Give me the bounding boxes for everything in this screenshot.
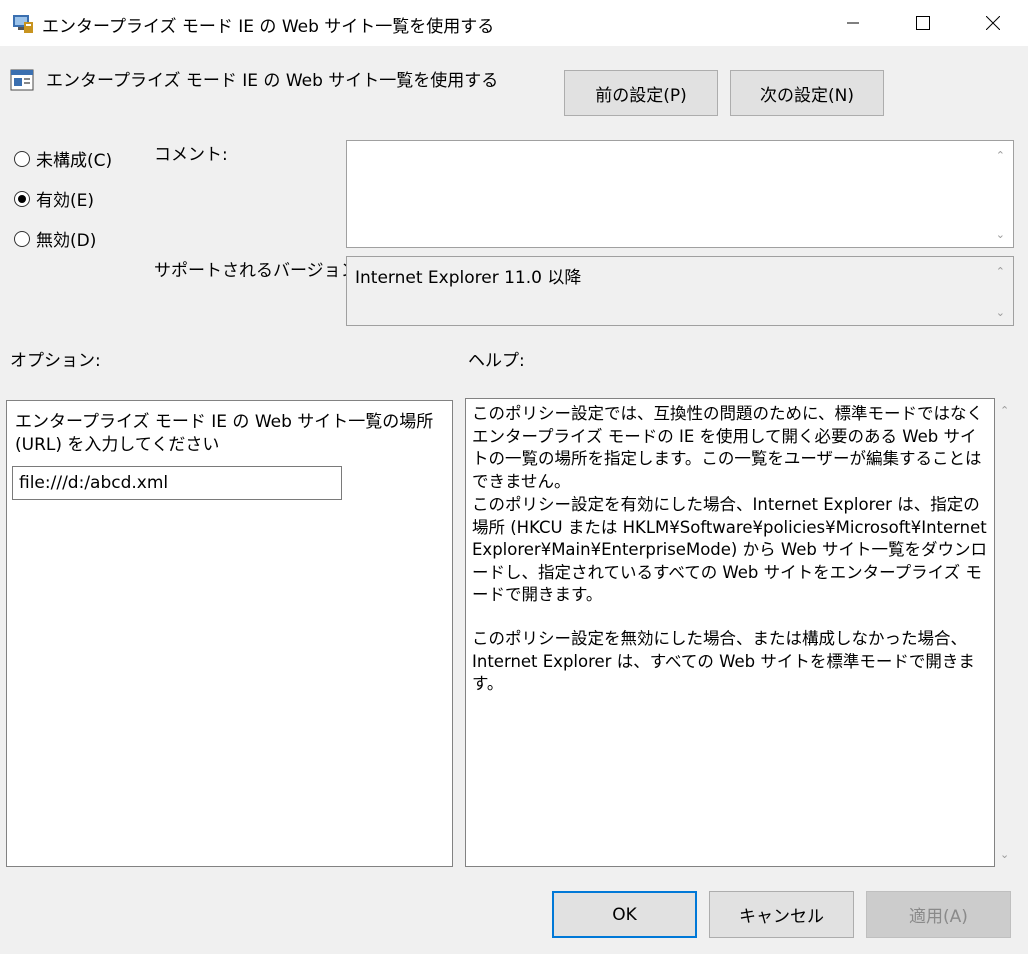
close-icon [986,16,1000,30]
cancel-button[interactable]: キャンセル [709,891,854,938]
scroll-down-icon[interactable]: ⌄ [1000,848,1009,861]
help-paragraph: このポリシー設定を無効にした場合、または構成しなかった場合、Internet E… [472,629,975,693]
url-input[interactable] [12,466,342,500]
close-button[interactable] [958,0,1028,46]
apply-button[interactable]: 適用(A) [866,891,1011,938]
options-pane: エンタープライズ モード IE の Web サイト一覧の場所 (URL) を入力… [6,400,453,867]
minimize-button[interactable] [818,0,888,46]
url-prompt: エンタープライズ モード IE の Web サイト一覧の場所 (URL) を入力… [15,412,434,455]
radio-not-configured[interactable]: 未構成(C) [14,146,112,171]
radio-label: 未構成(C) [36,151,113,171]
comment-label: コメント: [154,145,228,165]
supported-versions-label: サポートされるバージョン: [154,261,364,281]
title-bar: エンタープライズ モード IE の Web サイト一覧を使用する [0,0,1028,46]
maximize-button[interactable] [888,0,958,46]
radio-label: 無効(D) [36,231,97,251]
radio-label: 有効(E) [36,191,95,211]
next-setting-button[interactable]: 次の設定(N) [730,70,884,116]
scroll-down-icon: ⌄ [995,306,1005,319]
scroll-up-icon[interactable]: ⌃ [1000,404,1009,417]
setting-title: エンタープライズ モード IE の Web サイト一覧を使用する [46,71,499,91]
ok-button[interactable]: OK [552,891,697,938]
options-label: オプション: [10,351,101,371]
radio-unchecked-icon [14,230,30,247]
policy-setting-icon [10,68,34,92]
previous-setting-button[interactable]: 前の設定(P) [564,70,718,116]
scroll-down-icon: ⌄ [995,228,1005,241]
radio-checked-icon [14,190,30,207]
minimize-icon [847,22,859,24]
help-paragraph: このポリシー設定では、互換性の問題のために、標準モードではなくエンタープライズ … [472,404,984,491]
radio-disabled[interactable]: 無効(D) [14,226,96,251]
scroll-up-icon: ⌃ [995,149,1005,162]
supported-versions-value: Internet Explorer 11.0 以降 [355,268,582,288]
help-label: ヘルプ: [468,351,525,371]
policy-app-icon [12,12,34,34]
radio-enabled[interactable]: 有効(E) [14,186,94,211]
window-title: エンタープライズ モード IE の Web サイト一覧を使用する [42,17,495,37]
radio-unchecked-icon [14,150,30,167]
help-paragraph: このポリシー設定を有効にした場合、Internet Explorer は、指定の… [472,495,988,604]
supported-versions-box: Internet Explorer 11.0 以降 ⌃ ⌄ [346,256,1014,326]
comment-textarea[interactable]: ⌃ ⌄ [346,140,1014,248]
maximize-icon [916,16,930,30]
help-pane: このポリシー設定では、互換性の問題のために、標準モードではなくエンタープライズ … [465,398,995,867]
scroll-up-icon: ⌃ [995,265,1005,278]
